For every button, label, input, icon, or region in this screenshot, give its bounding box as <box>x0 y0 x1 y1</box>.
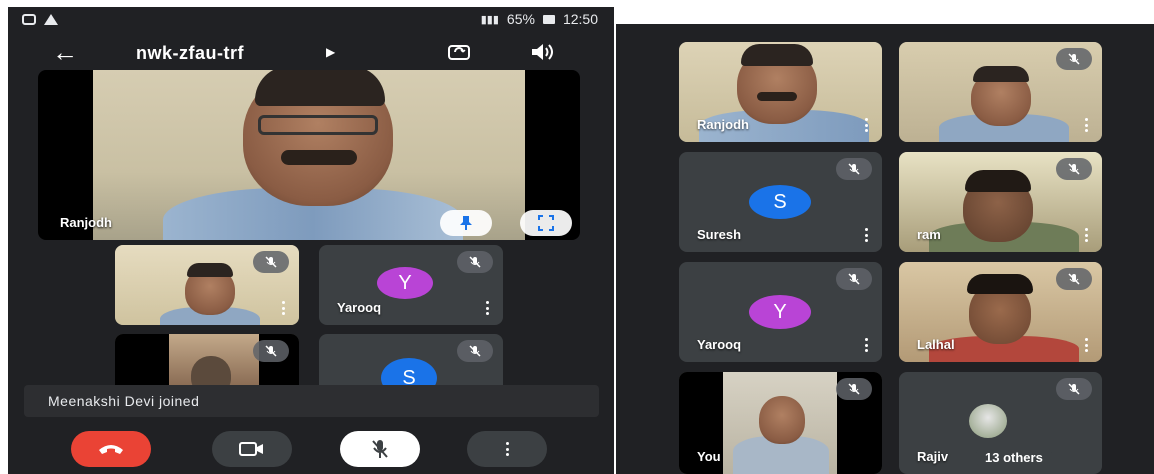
signal-icon: ▮▮▮ <box>480 13 499 26</box>
others-count-badge[interactable]: 13 others <box>975 447 1053 468</box>
participant-name: Lalhal <box>917 337 955 352</box>
status-bar: ▮▮▮ 65% 12:50 <box>8 7 614 31</box>
warning-icon <box>44 13 58 25</box>
participant-name: Ranjodh <box>697 117 749 132</box>
participant-tile-yarooq[interactable]: Y Yarooq <box>679 262 882 362</box>
phone-meet-screen: ▮▮▮ 65% 12:50 ← nwk-zfau-trf ▶ Ranjodh Y… <box>8 7 614 474</box>
more-vertical-icon[interactable] <box>864 118 868 132</box>
meet-grid-screen: Ranjodh S Suresh ram Y Yarooq Lalhal You… <box>616 24 1154 474</box>
more-vertical-icon[interactable] <box>485 301 489 315</box>
participant-tile-lalhal[interactable]: Lalhal <box>899 262 1102 362</box>
more-vertical-icon <box>505 442 509 456</box>
main-participant-name: Ranjodh <box>60 215 112 230</box>
participant-tile-suresh[interactable]: S Suresh <box>679 152 882 252</box>
mic-toggle-button[interactable] <box>340 431 420 467</box>
participant-tile-you[interactable]: You <box>679 372 882 474</box>
more-vertical-icon[interactable] <box>1084 228 1088 242</box>
participant-tile-ranjodh[interactable]: Ranjodh <box>679 42 882 142</box>
more-vertical-icon[interactable] <box>281 301 285 315</box>
participant-tile[interactable] <box>115 334 299 386</box>
mic-off-icon <box>372 440 388 458</box>
camera-switch-icon[interactable] <box>446 39 472 70</box>
mic-off-icon <box>1056 48 1092 70</box>
participant-name: You <box>697 449 721 464</box>
mic-off-icon <box>457 251 493 273</box>
participant-name: ram <box>917 227 941 242</box>
notification-icon <box>22 13 36 25</box>
avatar: Y <box>749 295 811 329</box>
speaker-icon[interactable] <box>528 40 556 69</box>
mic-off-icon <box>836 268 872 290</box>
participant-name: Yarooq <box>697 337 742 352</box>
end-call-icon <box>99 445 123 454</box>
mic-off-icon <box>253 251 289 273</box>
meeting-code[interactable]: nwk-zfau-trf <box>136 43 244 64</box>
triangle-right-icon[interactable]: ▶ <box>326 45 335 59</box>
mic-off-icon <box>253 340 289 362</box>
mic-off-icon <box>457 340 493 362</box>
battery-percent: 65% <box>506 11 535 27</box>
battery-icon <box>542 14 555 24</box>
meeting-top-bar: ← nwk-zfau-trf ▶ <box>8 35 614 71</box>
participant-tile[interactable] <box>899 42 1102 142</box>
mic-off-icon <box>836 378 872 400</box>
mic-off-icon <box>1056 378 1092 400</box>
more-vertical-icon[interactable] <box>864 338 868 352</box>
fullscreen-icon[interactable] <box>520 210 572 236</box>
participant-tile-rajiv[interactable]: Rajiv 13 others <box>899 372 1102 474</box>
participant-tile-ram[interactable]: ram <box>899 152 1102 252</box>
join-notification: Meenakshi Devi joined <box>24 385 599 417</box>
arrow-left-icon[interactable]: ← <box>52 39 78 65</box>
avatar: S <box>381 358 437 386</box>
avatar: Y <box>377 267 433 299</box>
avatar: S <box>749 185 811 219</box>
participant-tile[interactable]: S <box>319 334 503 386</box>
avatar <box>969 404 1007 438</box>
pin-icon[interactable] <box>440 210 492 236</box>
more-options-button[interactable] <box>467 431 547 467</box>
status-time: 12:50 <box>562 11 598 27</box>
participant-tile[interactable] <box>115 245 299 325</box>
more-vertical-icon[interactable] <box>1084 118 1088 132</box>
mic-off-icon <box>1056 268 1092 290</box>
more-vertical-icon[interactable] <box>864 228 868 242</box>
participant-name: Suresh <box>697 227 742 242</box>
mic-off-icon <box>1056 158 1092 180</box>
camera-toggle-button[interactable] <box>212 431 292 467</box>
participant-name: Rajiv <box>917 449 949 464</box>
main-speaker-tile[interactable]: Ranjodh <box>38 70 580 240</box>
end-call-button[interactable] <box>71 431 151 467</box>
video-camera-icon <box>239 442 263 456</box>
more-vertical-icon[interactable] <box>1084 338 1088 352</box>
call-controls <box>8 427 614 474</box>
participant-name: Yarooq <box>337 300 382 315</box>
participant-tile-yarooq[interactable]: Y Yarooq <box>319 245 503 325</box>
mic-off-icon <box>836 158 872 180</box>
